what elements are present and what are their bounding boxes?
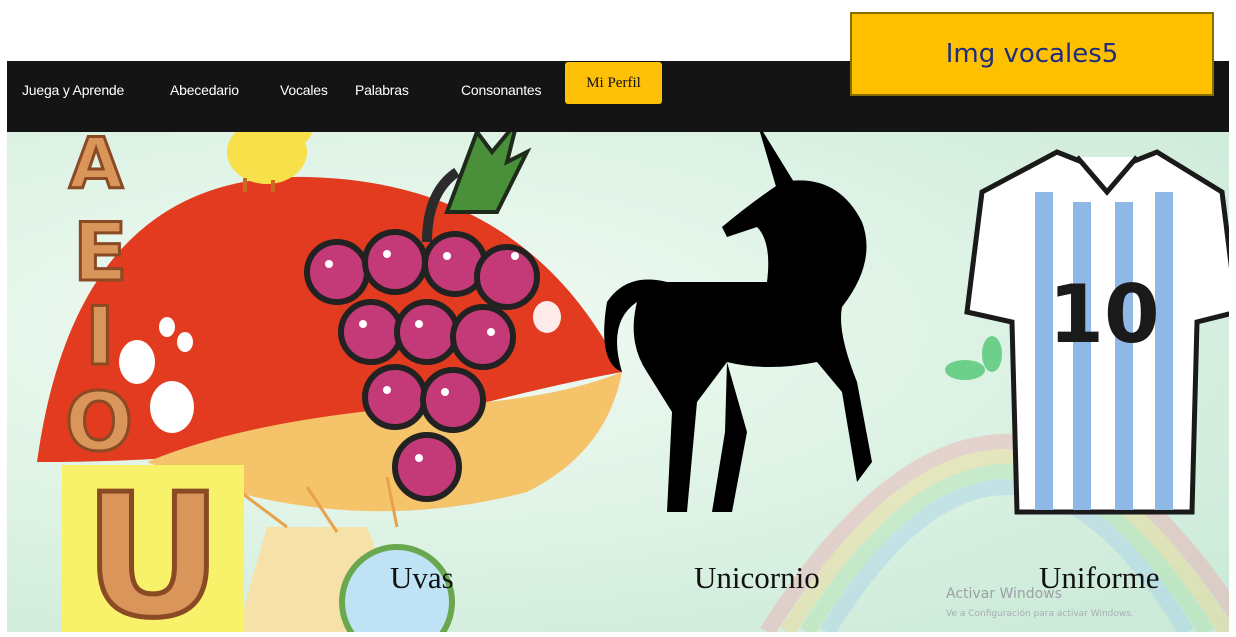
image-label-box: Img vocales5: [850, 12, 1214, 96]
letter-u-image: U: [62, 456, 244, 637]
unicorn-icon: [604, 132, 872, 513]
svg-text:O: O: [65, 376, 133, 469]
svg-text:I: I: [85, 290, 115, 383]
svg-text:A: A: [69, 132, 123, 205]
letter-u: U: [84, 465, 222, 632]
svg-text:E: E: [73, 206, 128, 299]
jersey-number: 10: [1048, 268, 1159, 361]
image-label: Img vocales5: [945, 39, 1119, 69]
windows-activation-title: Activar Windows: [946, 586, 1062, 602]
nav-link-abecedario[interactable]: Abecedario: [170, 61, 239, 118]
card-caption-uvas: Uvas: [390, 560, 454, 595]
nav-link-consonantes[interactable]: Consonantes: [461, 61, 542, 118]
sprout-icon: [945, 336, 1007, 392]
letter-u-graphic: U: [81, 456, 224, 637]
nav-link-mi-perfil[interactable]: Mi Perfil: [565, 62, 662, 104]
nav-link-vocales[interactable]: Vocales: [280, 61, 328, 118]
windows-activation-subtitle: Ve a Configuración para activar Windows.: [946, 609, 1134, 619]
card-caption-unicornio: Unicornio: [694, 560, 820, 595]
nav-link-juega-y-aprende[interactable]: Juega y Aprende: [22, 61, 124, 118]
nav-link-palabras[interactable]: Palabras: [355, 61, 409, 118]
